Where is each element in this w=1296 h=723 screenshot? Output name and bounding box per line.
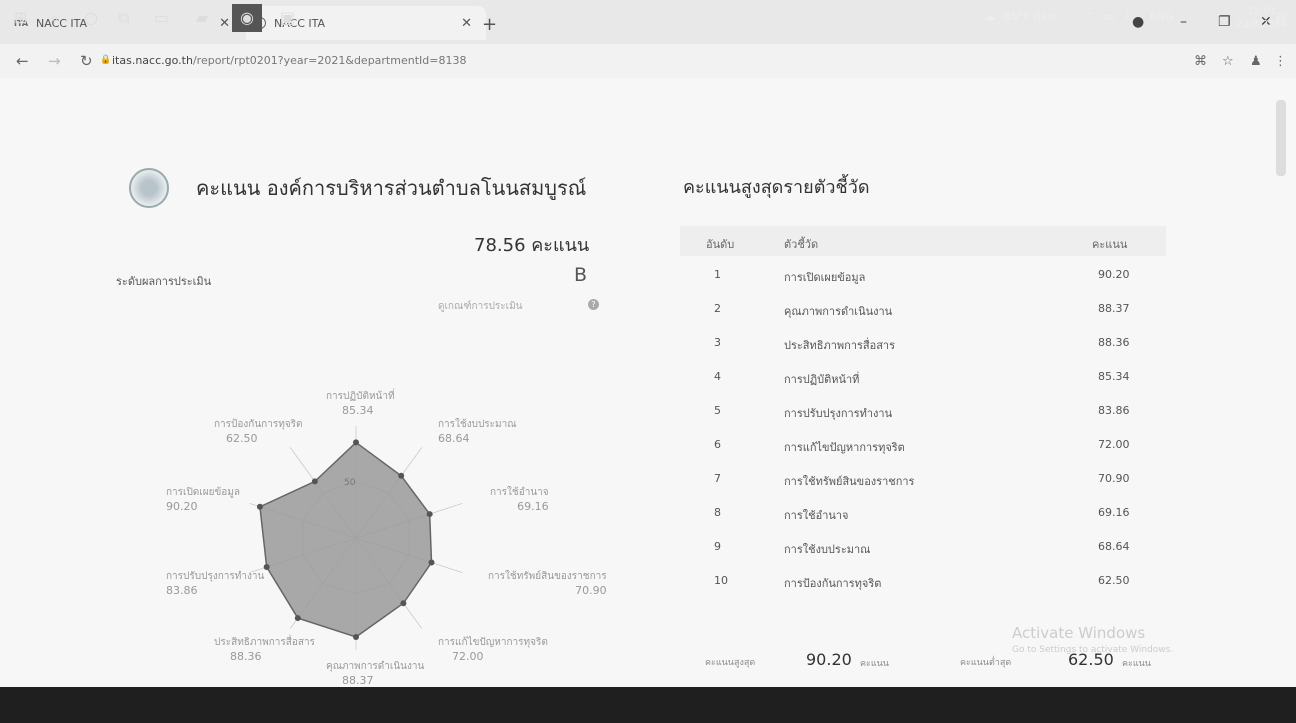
- radar-label-budget: การใช้งบประมาณ 68.64: [438, 419, 517, 445]
- radar-label-assets: การใช้ทรัพย์สินของราชการ 70.90: [488, 571, 607, 597]
- indicator-cell: การปฏิบัติหน้าที่: [784, 373, 860, 386]
- rank-cell: 5: [714, 404, 721, 417]
- score-cell: 88.36: [1098, 336, 1130, 349]
- table-row: 7 การใช้ทรัพย์สินของราชการ 70.90: [680, 462, 1166, 496]
- rank-cell: 2: [714, 302, 721, 315]
- radar-point: [263, 564, 270, 571]
- indicator-cell: การเปิดเผยข้อมูล: [784, 271, 866, 284]
- indicator-cell: คุณภาพการดำเนินงาน: [784, 305, 893, 318]
- indicator-cell: การใช้อำนาจ: [784, 509, 849, 522]
- file-explorer-icon[interactable]: ▰: [196, 8, 208, 27]
- volume-icon[interactable]: ♪: [1124, 10, 1131, 23]
- rank-cell: 8: [714, 506, 721, 519]
- task-view-icon[interactable]: ⧉: [118, 8, 129, 28]
- table-row: 6 การแก้ไขปัญหาการทุจริต 72.00: [680, 428, 1166, 462]
- rank-cell: 1: [714, 268, 721, 281]
- score-cell: 88.37: [1098, 302, 1130, 315]
- radar-point: [353, 633, 359, 640]
- windows-taskbar: [0, 687, 1296, 723]
- radar-point: [294, 615, 301, 622]
- radar-label-quality: คุณภาพการดำเนินงาน 88.37: [326, 661, 425, 687]
- table-row: 8 การใช้อำนาจ 69.16: [680, 496, 1166, 530]
- table-row: 2 คุณภาพการดำเนินงาน 88.37: [680, 292, 1166, 326]
- radar-label-improvement: การปรับปรุงการทำงาน 83.86: [166, 571, 265, 597]
- min-score-unit: คะแนน: [1122, 659, 1151, 669]
- header-score: คะแนน: [1092, 238, 1128, 251]
- indicator-cell: การแก้ไขปัญหาการทุจริต: [784, 441, 905, 454]
- activate-windows-watermark: Activate Windows: [1012, 624, 1146, 642]
- score-cell: 70.90: [1098, 472, 1130, 485]
- header-rank: อันดับ: [706, 238, 735, 251]
- table-row: 9 การใช้งบประมาณ 68.64: [680, 530, 1166, 564]
- min-score-label: คะแนนต่ำสุด: [960, 658, 1012, 668]
- table-header: อันดับ ตัวชี้วัด คะแนน: [680, 226, 1166, 256]
- radar-point: [256, 503, 263, 510]
- radar-label-authority: การใช้อำนาจ 69.16: [490, 487, 549, 513]
- radar-tick-label: 50: [344, 478, 356, 488]
- radar-label-performance: การปฏิบัติหน้าที่ 85.34: [326, 391, 395, 417]
- search-icon[interactable]: ⌕: [50, 8, 59, 28]
- language-indicator[interactable]: ENG: [1150, 10, 1174, 23]
- radar-label-prevention: การป้องกันการทุจริต 62.50: [214, 419, 303, 445]
- radar-area: [259, 441, 433, 638]
- radar-point: [398, 472, 405, 479]
- indicator-cell: การใช้งบประมาณ: [784, 543, 871, 556]
- score-cell: 90.20: [1098, 268, 1130, 281]
- indicator-cell: การปรับปรุงการทำงาน: [784, 407, 893, 420]
- max-score-label: คะแนนสูงสุด: [705, 658, 756, 668]
- start-icon[interactable]: ⊞: [14, 8, 27, 27]
- header-indicator: ตัวชี้วัด: [784, 238, 819, 251]
- tray-chevron-icon[interactable]: ⌃: [1086, 10, 1095, 23]
- radar-label-disclosure: การเปิดเผยข้อมูล 90.20: [166, 487, 240, 513]
- notifications-icon[interactable]: ▤: [1276, 10, 1286, 23]
- mail-icon[interactable]: ▭: [154, 8, 169, 27]
- score-cell: 85.34: [1098, 370, 1130, 383]
- max-score-unit: คะแนน: [860, 659, 889, 669]
- rank-cell: 4: [714, 370, 721, 383]
- max-score-value: 90.20: [806, 650, 852, 669]
- indicator-cell: ประสิทธิภาพการสื่อสาร: [784, 339, 896, 352]
- rank-cell: 6: [714, 438, 721, 451]
- word-icon[interactable]: ▣: [280, 8, 295, 27]
- score-cell: 68.64: [1098, 540, 1130, 553]
- rank-cell: 9: [714, 540, 721, 553]
- chrome-icon[interactable]: ◉: [232, 4, 262, 32]
- rank-cell: 10: [714, 574, 728, 587]
- min-score-value: 62.50: [1068, 650, 1114, 669]
- table-row: 10 การป้องกันการทุจริต 62.50: [680, 564, 1166, 598]
- radar-point: [400, 600, 407, 607]
- network-icon[interactable]: ▭: [1104, 10, 1114, 23]
- radar-point: [353, 439, 359, 446]
- rank-cell: 7: [714, 472, 721, 485]
- radar-point: [311, 478, 318, 485]
- radar-point: [426, 511, 433, 518]
- radar-point: [428, 559, 435, 566]
- indicator-cell: การป้องกันการทุจริต: [784, 577, 882, 590]
- table-row: 5 การปรับปรุงการทำงาน 83.86: [680, 394, 1166, 428]
- score-cell: 83.86: [1098, 404, 1130, 417]
- score-cell: 69.16: [1098, 506, 1130, 519]
- weather-icon[interactable]: ☁: [984, 10, 995, 23]
- radar-label-corruption-fix: การแก้ไขปัญหาการทุจริต 72.00: [438, 637, 548, 663]
- radar-label-communication: ประสิทธิภาพการสื่อสาร 88.36: [214, 637, 315, 663]
- score-cell: 72.00: [1098, 438, 1130, 451]
- weather-text[interactable]: 85°F Rain: [1004, 10, 1058, 23]
- score-cell: 62.50: [1098, 574, 1130, 587]
- cortana-icon[interactable]: ○: [84, 8, 98, 27]
- table-row: 3 ประสิทธิภาพการสื่อสาร 88.36: [680, 326, 1166, 360]
- table-row: 4 การปฏิบัติหน้าที่ 85.34: [680, 360, 1166, 394]
- top-indicators-title: คะแนนสูงสุดรายตัวชี้วัด: [683, 177, 870, 198]
- rank-cell: 3: [714, 336, 721, 349]
- indicator-cell: การใช้ทรัพย์สินของราชการ: [784, 475, 915, 488]
- table-row: 1 การเปิดเผยข้อมูล 90.20: [680, 258, 1166, 292]
